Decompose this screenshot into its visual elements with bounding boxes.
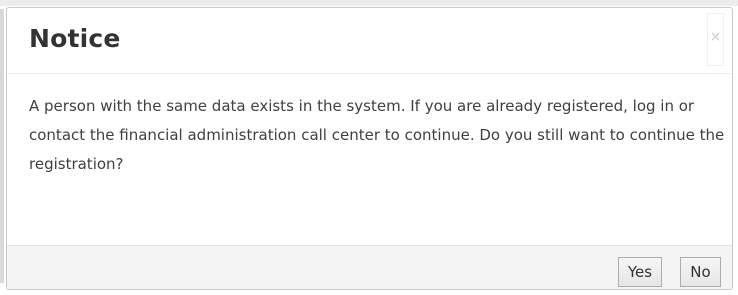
background-overlay-strip [0, 0, 738, 6]
dialog-message: A person with the same data exists in th… [29, 97, 725, 173]
dialog-footer: Yes No [7, 245, 732, 289]
no-button[interactable]: No [680, 257, 721, 287]
yes-button[interactable]: Yes [618, 257, 662, 287]
background-overlay-edge [0, 9, 4, 283]
close-icon[interactable]: × [707, 13, 724, 66]
notice-dialog: Notice × A person with the same data exi… [6, 7, 733, 290]
dialog-header: Notice × [7, 8, 732, 74]
dialog-title: Notice [29, 24, 121, 53]
